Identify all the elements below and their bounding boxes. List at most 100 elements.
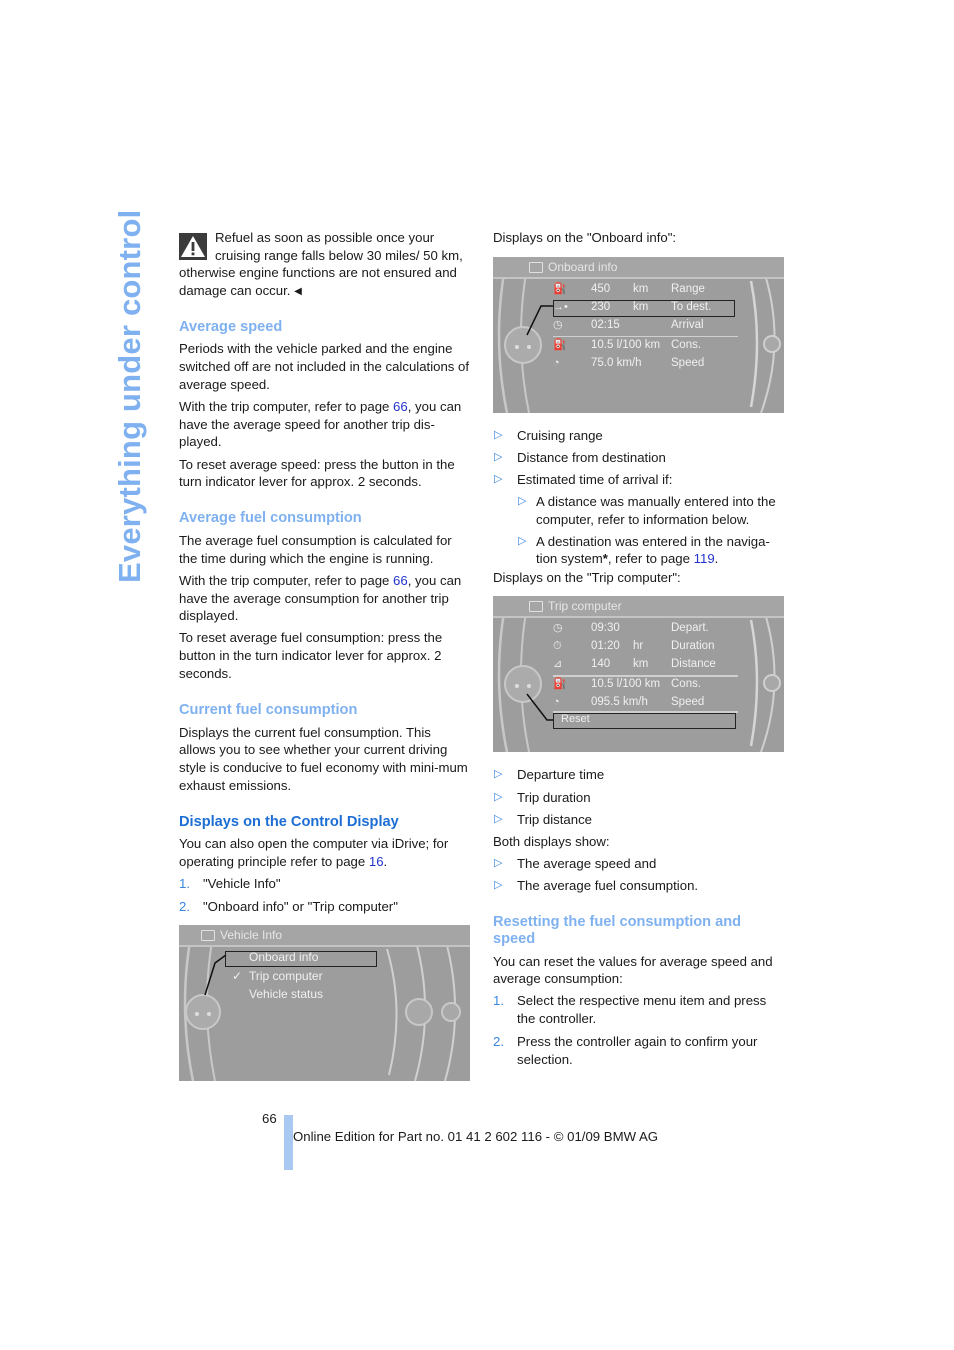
step-text: "Onboard info" or "Trip computer" [203,898,398,914]
bullet-triangle-icon: ▷ [518,494,527,507]
trip-bullet-list: ▷ Departure time ▷ Trip duration ▷ Trip dis… [493,766,785,828]
screen-trip-computer: Trip computer ◷ 09:30 Depart. ⏱ 01:20 hr Durat… [493,596,784,753]
step-text: Press the controller again to confirm yo… [517,1033,758,1067]
warning-text: Refuel as soon as possible once your cru… [179,230,463,299]
step-text: "Vehicle Info" [203,876,281,892]
row-label: Range [671,282,705,295]
bullet-text: Cruising range [517,427,603,443]
average-fuel-p3: To reset average fuel consumption: press… [179,630,443,681]
average-fuel-p2: With the trip computer, refer to page 66… [179,572,471,625]
resetting-p1: You can reset the values for average spe… [493,953,773,987]
trip-intro: Displays on the "Trip computer": [493,569,681,585]
bullet-item: ▷ The average speed and [493,855,785,873]
bullet-triangle-icon: ▷ [494,879,503,892]
bullet-item: ▷ The average fuel consumption. [493,877,785,895]
trip-computer-row[interactable]: ◔ 095.5 km/h Speed [553,694,704,711]
screen-title: Onboard info [548,259,618,274]
step-item: 2. Press the controller again to confirm … [493,1033,785,1068]
bullet-text: Trip duration [517,789,591,805]
trip-computer-row[interactable]: ⏱ 01:20 hr Duration [553,638,714,655]
average-fuel-p1: The average fuel consumption is calculat… [179,532,452,566]
bullet-item: ▷ Departure time [493,766,785,784]
heading-current-fuel: Current fuel consumption [179,702,358,719]
trip-computer-row[interactable]: ⊿ 140 km Distance [553,656,716,673]
page-link-16[interactable]: 16 [369,854,384,869]
onboard-info-row[interactable]: →• 230 km To dest. [553,299,711,316]
row-unit: km [633,658,649,671]
sub-bullet-item: ▷ A distance was manually entered into th… [517,493,785,528]
step-number: 2. [179,898,190,914]
menu-item-vehicle-status[interactable]: Vehicle status [249,986,323,1003]
menu-item-label: Trip computer [249,968,323,983]
row-label: Depart. [671,622,709,635]
row-value: 095.5 km/h [591,696,648,709]
bullet-text: . [714,551,719,567]
bullet-text: Distance from destination [517,449,666,465]
bullet-item: ▷ Trip distance [493,811,785,829]
onboard-info-row[interactable]: ◔ 75.0 km/h Speed [553,355,704,372]
onboard-info-row[interactable]: ⛽ 450 km Range [553,281,705,298]
checkmark-icon: ✓ [232,968,243,983]
screen-vehicle-info: Vehicle Info Onboard info ✓ Trip computer… [179,924,470,1081]
average-speed-p1: Periods with the vehicle parked and the … [179,341,470,392]
bullet-text: Trip distance [517,811,593,827]
step-item: 1. Select the respective menu item and pr… [493,992,785,1027]
step-number: 1. [493,993,504,1009]
menu-item-label: Onboard info [249,949,319,964]
row-label: Cons. [671,338,702,351]
bullet-triangle-icon: ▷ [494,473,503,486]
trip-computer-row[interactable]: ⛽ 10.5 l/100 km Cons. [553,676,701,693]
onboard-info-row[interactable]: ⛽ 10.5 l/100 km Cons. [553,337,701,354]
menu-item-trip-computer[interactable]: ✓ Trip computer [232,968,323,985]
end-mark-icon: ◀ [294,286,302,298]
onboard-info-row[interactable]: ◷ 02:15 Arrival [553,317,704,334]
road-distance-icon: ⊿ [553,658,563,671]
reset-menu-item[interactable]: Reset [561,711,590,728]
arrival-clock-icon: ◷ [553,318,563,331]
step-text: Select the respective menu item and pres… [517,993,767,1027]
idrive-frame-decoration [183,924,461,1081]
row-value: 01:20 [591,640,620,653]
bullet-item: ▷ Estimated time of arrival if: ▷ A distan… [493,471,785,568]
row-label: Cons. [671,678,702,691]
footer-accent-bar [284,1115,293,1170]
both-intro: Both displays show: [493,833,610,849]
left-column: Refuel as soon as possible once your cru… [179,229,471,1095]
destination-arrow-icon: →• [553,300,568,313]
screen-title: Vehicle Info [220,927,283,942]
trip-computer-icon [529,601,543,613]
trip-computer-row[interactable]: ◷ 09:30 Depart. [553,620,709,637]
departure-clock-icon: ◷ [553,622,563,635]
bullet-item: ▷ Distance from destination [493,449,785,467]
chapter-side-title: Everything under control [112,209,147,583]
bullet-triangle-icon: ▷ [494,428,503,441]
bullet-text: Departure time [517,767,605,783]
bullet-text: The average fuel consumption. [517,878,699,894]
text: With the trip computer, refer to page [179,572,394,588]
page-link-66[interactable]: 66 [393,399,408,414]
heading-average-speed: Average speed [179,318,283,335]
bullet-item: ▷ Trip duration [493,789,785,807]
row-value: 10.5 l/100 km [591,338,661,351]
page-link-119[interactable]: 119 [694,551,715,566]
row-label: Arrival [671,318,704,331]
bullet-triangle-icon: ▷ [494,857,503,870]
bullet-triangle-icon: ▷ [518,534,527,547]
row-value: 75.0 km/h [591,356,642,369]
row-label: Speed [671,696,705,709]
row-label: Distance [671,658,716,671]
reset-label: Reset [561,713,590,726]
speedometer-icon: ◔ [553,696,560,709]
menu-item-label: Vehicle status [249,986,324,1001]
row-label: To dest. [671,300,712,313]
onboard-intro: Displays on the "Onboard info": [493,230,677,245]
heading-control-display: Displays on the Control Display [179,813,399,830]
menu-item-onboard-info[interactable]: Onboard info [249,949,318,966]
page-link-66[interactable]: 66 [393,573,408,588]
bullet-item: ▷ Cruising range [493,427,785,445]
row-value: 230 [591,300,611,313]
text: . [383,854,388,870]
control-display-p1: You can also open the computer via iDriv… [179,835,471,870]
bullet-triangle-icon: ▷ [494,790,503,803]
screen-onboard-info: Onboard info ⛽ 450 km Range →• 230 km To dest. ◷… [493,256,784,413]
